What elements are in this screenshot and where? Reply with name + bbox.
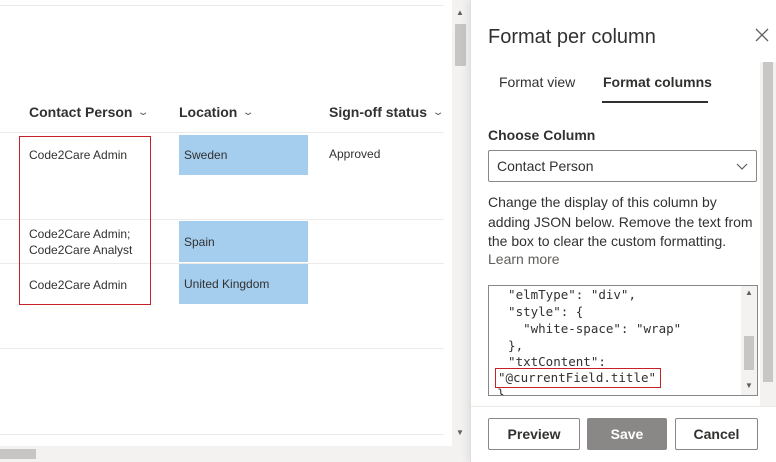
column-header-label: Sign-off status bbox=[329, 104, 427, 120]
location-text: Sweden bbox=[184, 148, 228, 162]
active-tab-indicator bbox=[602, 101, 708, 103]
scroll-thumb[interactable] bbox=[0, 449, 36, 459]
code-line: "white-space": "wrap" bbox=[493, 321, 682, 336]
column-header-location[interactable]: Location ⌄ bbox=[179, 101, 255, 123]
location-cell: United Kingdom bbox=[179, 264, 308, 304]
location-text: Spain bbox=[184, 234, 215, 249]
code-highlight-box bbox=[495, 368, 661, 388]
location-cell: Sweden bbox=[179, 135, 308, 175]
learn-more-link[interactable]: Learn more bbox=[488, 251, 560, 267]
contact-highlight-box bbox=[19, 136, 151, 305]
panel-title: Format per column bbox=[488, 26, 656, 48]
column-header-signoff-status[interactable]: Sign-off status ⌄ bbox=[329, 101, 445, 123]
column-select-value: Contact Person bbox=[497, 158, 594, 174]
code-line: }, bbox=[493, 338, 524, 353]
location-cell: Spain bbox=[179, 221, 308, 262]
divider bbox=[0, 5, 444, 6]
chevron-down-icon bbox=[736, 163, 748, 170]
column-select[interactable]: Contact Person bbox=[488, 150, 757, 182]
editor-scrollbar[interactable]: ▲ ▼ bbox=[741, 286, 757, 395]
column-header-label: Contact Person bbox=[29, 104, 133, 120]
list-vertical-scrollbar[interactable]: ▲ ▼ bbox=[452, 0, 470, 446]
tab-format-columns[interactable]: Format columns bbox=[603, 74, 712, 90]
scroll-thumb[interactable] bbox=[455, 24, 466, 66]
chevron-down-icon: ⌄ bbox=[137, 106, 150, 118]
scroll-down-arrow-icon[interactable]: ▼ bbox=[456, 428, 464, 437]
row-divider bbox=[0, 434, 444, 435]
list-horizontal-scrollbar[interactable] bbox=[0, 446, 470, 462]
tab-format-view[interactable]: Format view bbox=[499, 74, 575, 90]
code-line: "style": { bbox=[493, 304, 584, 319]
scroll-up-arrow-icon[interactable]: ▲ bbox=[745, 288, 753, 297]
row-divider bbox=[0, 132, 444, 133]
scroll-thumb[interactable] bbox=[744, 336, 754, 370]
scroll-down-arrow-icon[interactable]: ▼ bbox=[745, 381, 753, 390]
column-header-contact-person[interactable]: Contact Person ⌄ bbox=[29, 101, 150, 123]
row-divider bbox=[0, 348, 444, 349]
chevron-down-icon: ⌄ bbox=[242, 106, 255, 118]
cancel-button[interactable]: Cancel bbox=[675, 418, 758, 450]
chevron-down-icon: ⌄ bbox=[431, 106, 445, 118]
close-icon[interactable] bbox=[755, 28, 769, 42]
status-cell: Approved bbox=[329, 147, 381, 161]
code-line: "elmType": "div", bbox=[493, 287, 636, 302]
choose-column-label: Choose Column bbox=[488, 127, 596, 143]
description-text: Change the display of this column by add… bbox=[488, 194, 753, 249]
location-text: United Kingdom bbox=[184, 277, 270, 291]
save-button[interactable]: Save bbox=[587, 418, 667, 450]
scroll-up-arrow-icon[interactable]: ▲ bbox=[456, 8, 464, 17]
format-panel: Format per column Format view Format col… bbox=[470, 0, 776, 462]
scroll-thumb[interactable] bbox=[763, 62, 773, 382]
column-header-label: Location bbox=[179, 104, 238, 120]
list-view: Contact Person ⌄ Location ⌄ Sign-off sta… bbox=[0, 0, 452, 446]
panel-scrollbar[interactable] bbox=[760, 62, 776, 407]
preview-button[interactable]: Preview bbox=[488, 418, 580, 450]
divider bbox=[471, 406, 776, 407]
